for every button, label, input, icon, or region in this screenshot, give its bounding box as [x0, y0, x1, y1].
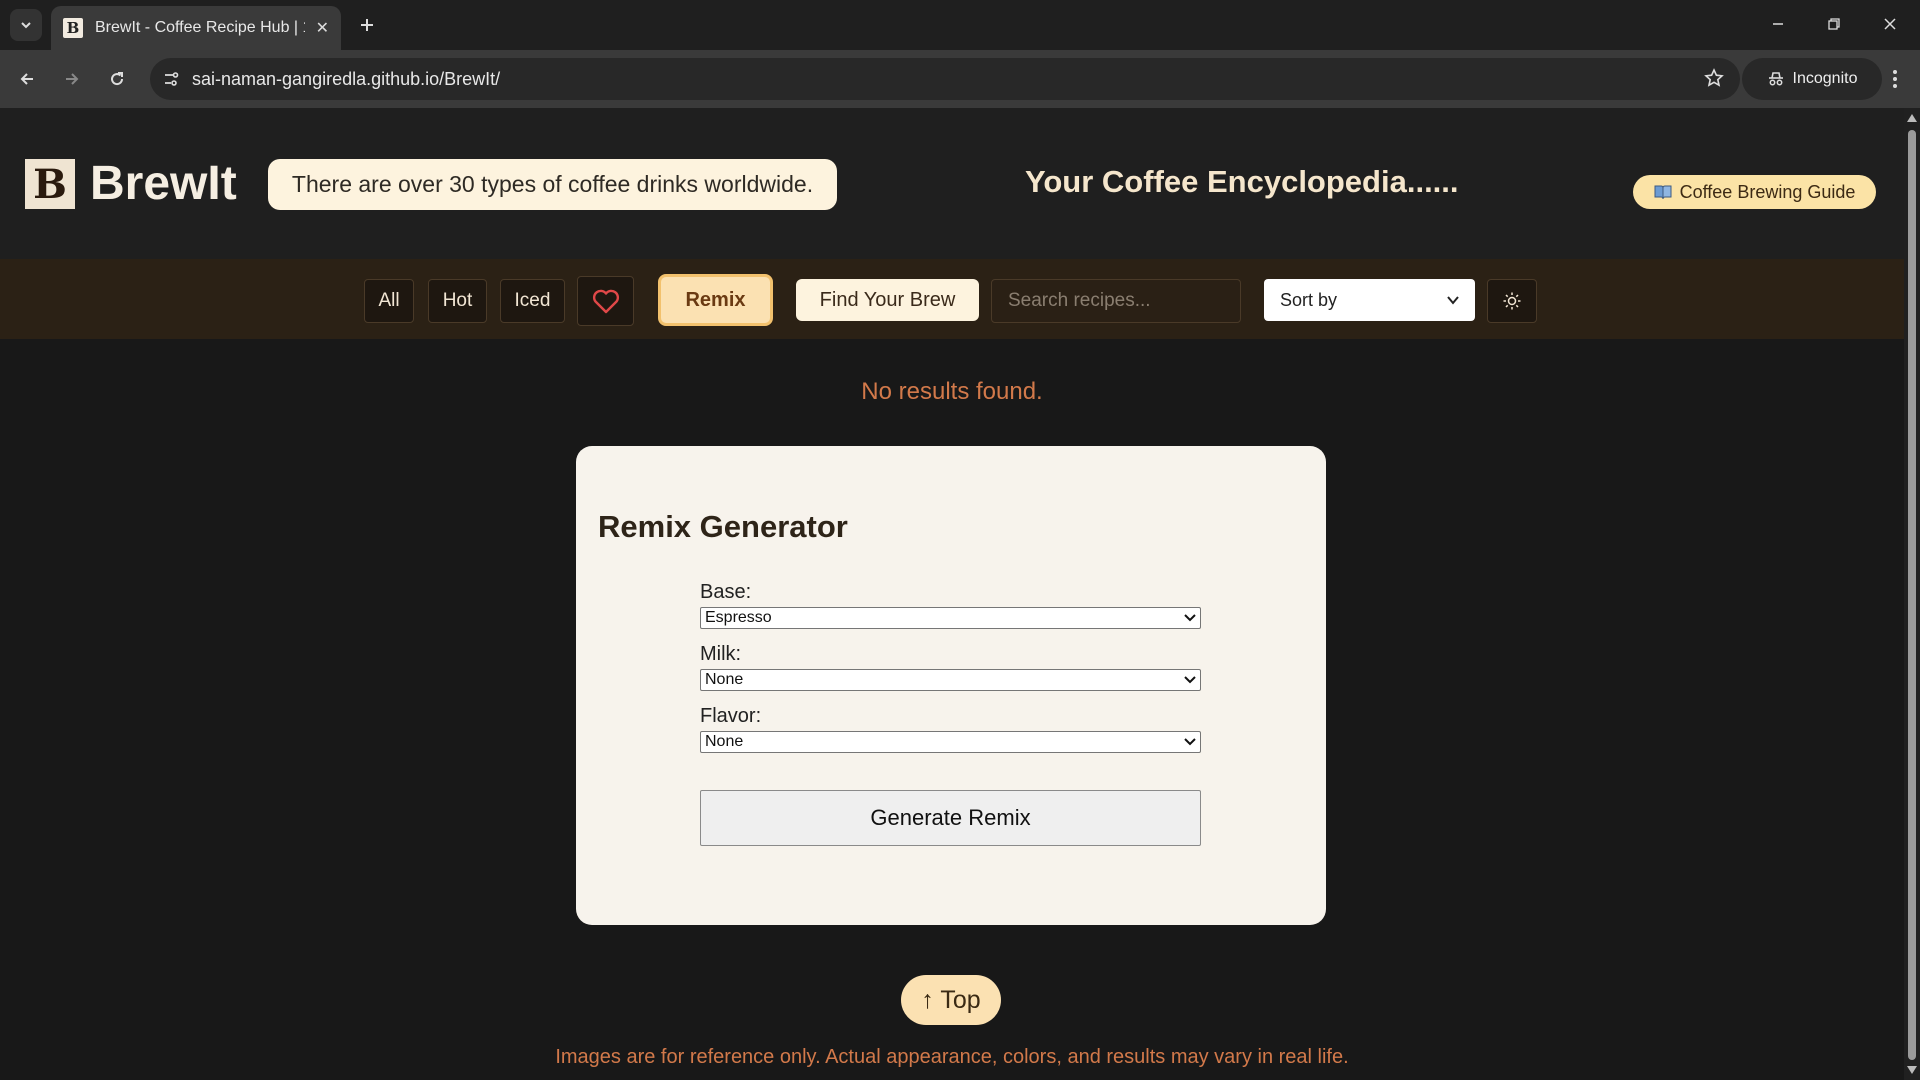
favicon-icon: B [63, 18, 83, 38]
filter-hot-button[interactable]: Hot [428, 279, 487, 323]
base-select-value: Espresso [705, 609, 772, 626]
generate-remix-button[interactable]: Generate Remix [700, 790, 1201, 846]
kebab-menu-icon [1893, 70, 1897, 88]
milk-label: Milk: [700, 643, 742, 665]
page-scrollbar[interactable] [1904, 108, 1920, 1080]
arrow-right-icon [66, 73, 79, 85]
brewing-guide-label: Coffee Brewing Guide [1679, 181, 1856, 202]
chevron-down-icon [1184, 614, 1196, 622]
site-settings-icon[interactable] [150, 70, 192, 88]
flavor-select-value: None [705, 733, 744, 750]
incognito-badge[interactable]: Incognito [1742, 58, 1882, 100]
site-header: B BrewIt There are over 30 types of coff… [0, 108, 1904, 259]
restore-button[interactable] [1814, 8, 1854, 40]
brewing-guide-button[interactable]: Coffee Brewing Guide [1633, 175, 1876, 209]
forward-button[interactable] [57, 64, 87, 94]
new-tab-button[interactable] [352, 10, 382, 40]
remix-generator-title: Remix Generator [598, 509, 848, 544]
book-icon [1654, 185, 1672, 200]
page-viewport: B BrewIt There are over 30 types of coff… [0, 108, 1904, 1080]
sun-icon [1503, 292, 1521, 310]
logo-text[interactable]: BrewIt [90, 156, 237, 211]
bookmark-star-icon[interactable] [1704, 68, 1724, 93]
coffee-fact: There are over 30 types of coffee drinks… [268, 159, 837, 210]
incognito-icon [1768, 72, 1783, 86]
arrow-left-icon [20, 73, 33, 85]
disclaimer-text: Images are for reference only. Actual ap… [555, 1046, 1349, 1068]
reload-button[interactable] [102, 64, 132, 94]
no-results-message: No results found. [861, 378, 1043, 405]
flavor-select[interactable]: None [700, 731, 1201, 753]
minimize-icon [1773, 23, 1783, 25]
scrollbar-thumb[interactable] [1908, 130, 1916, 1060]
tab-title: BrewIt - Coffee Recipe Hub | 17/ [95, 19, 305, 36]
logo-icon[interactable]: B [25, 159, 75, 209]
reload-icon [111, 72, 124, 86]
tab-search-button[interactable] [10, 9, 42, 41]
find-your-brew-button[interactable]: Find Your Brew [796, 279, 979, 321]
browser-address-bar: sai-naman-gangiredla.github.io/BrewIt/ I… [0, 50, 1920, 108]
theme-toggle-button[interactable] [1487, 279, 1537, 323]
omnibox[interactable]: sai-naman-gangiredla.github.io/BrewIt/ [150, 58, 1740, 100]
close-window-button[interactable] [1870, 8, 1910, 40]
close-icon [1884, 18, 1896, 30]
scroll-up-arrow-icon[interactable] [1907, 114, 1917, 122]
milk-select[interactable]: None [700, 669, 1201, 691]
sort-select-value: Sort by [1280, 289, 1338, 310]
browser-tab-bar: B BrewIt - Coffee Recipe Hub | 17/ ✕ [0, 0, 1920, 50]
restore-icon [1828, 18, 1840, 30]
flavor-label: Flavor: [700, 705, 762, 727]
chevron-down-icon [1447, 296, 1459, 305]
heart-icon [592, 289, 619, 314]
remix-button[interactable]: Remix [658, 274, 773, 326]
back-to-top-button[interactable]: ↑ Top [901, 975, 1001, 1025]
page-tagline: Your Coffee Encyclopedia...... [1025, 164, 1459, 199]
filter-all-button[interactable]: All [364, 279, 414, 323]
milk-select-value: None [705, 671, 744, 688]
chevron-down-icon [1184, 738, 1196, 746]
plus-icon [361, 19, 373, 31]
scroll-down-arrow-icon[interactable] [1907, 1066, 1917, 1074]
sort-select[interactable]: Sort by [1264, 279, 1475, 321]
browser-menu-button[interactable] [1880, 64, 1910, 94]
incognito-label: Incognito [1792, 70, 1858, 87]
search-input[interactable] [991, 279, 1241, 323]
url-text: sai-naman-gangiredla.github.io/BrewIt/ [192, 68, 501, 89]
filter-toolbar: All Hot Iced Remix Find Your Brew Sort b… [0, 259, 1904, 339]
remix-generator-card: Remix Generator Base: Espresso Milk: Non… [576, 446, 1326, 925]
filter-iced-button[interactable]: Iced [500, 279, 565, 323]
base-select[interactable]: Espresso [700, 607, 1201, 629]
close-icon[interactable]: ✕ [316, 18, 329, 38]
minimize-button[interactable] [1758, 8, 1798, 40]
base-label: Base: [700, 581, 752, 603]
chevron-down-icon [21, 22, 31, 29]
back-button[interactable] [12, 64, 42, 94]
chevron-down-icon [1184, 676, 1196, 684]
favorites-button[interactable] [577, 276, 634, 326]
browser-tab[interactable]: B BrewIt - Coffee Recipe Hub | 17/ ✕ [51, 6, 341, 50]
